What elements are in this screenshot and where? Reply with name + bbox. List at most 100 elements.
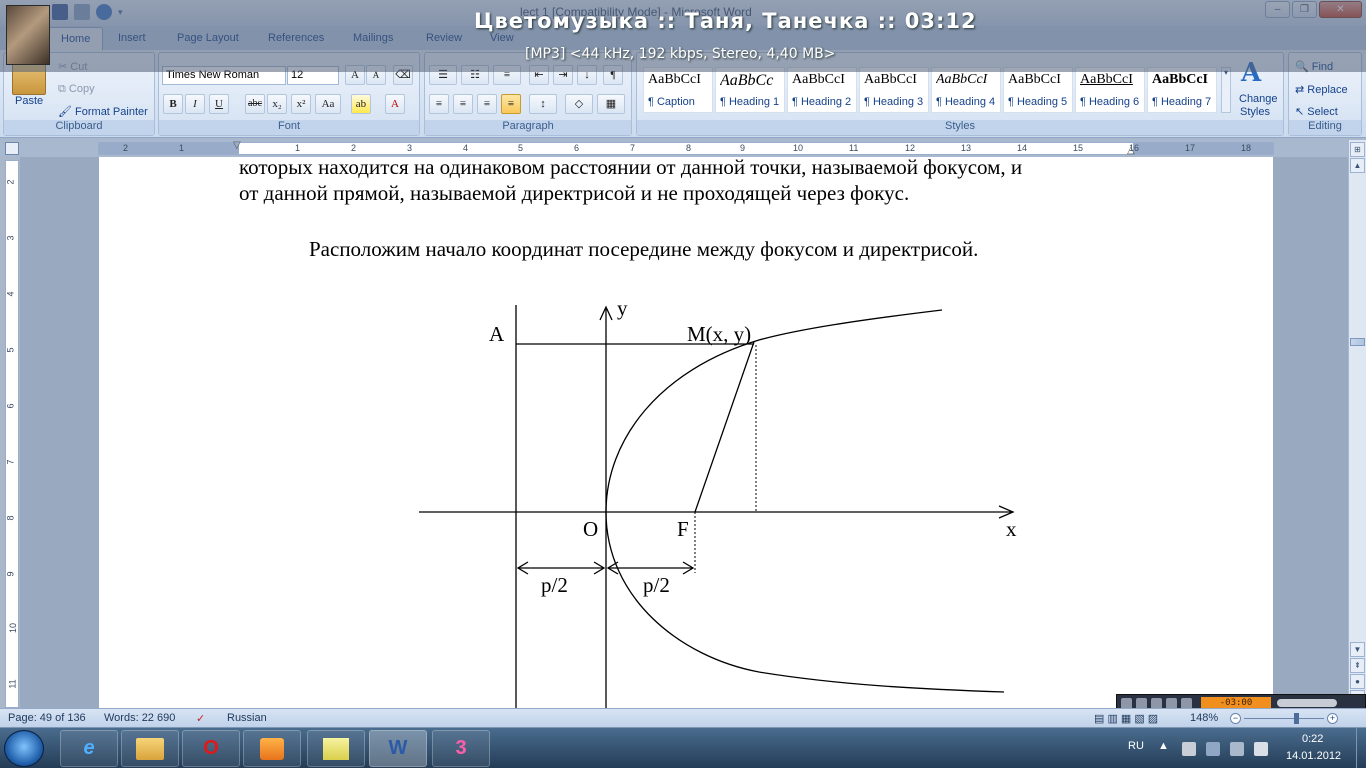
close-button[interactable]: ✕ <box>1319 1 1362 18</box>
language-indicator[interactable]: Russian <box>227 712 267 724</box>
shading-icon[interactable]: ◇ <box>565 94 593 114</box>
underline-button[interactable]: U <box>209 94 229 114</box>
start-button[interactable] <box>4 730 44 767</box>
strikethrough-button[interactable]: abc <box>245 94 265 114</box>
zoom-slider[interactable]: − + <box>1230 713 1340 724</box>
format-painter-button[interactable]: 🖌 Format Painter <box>58 105 148 118</box>
font-color-icon[interactable]: A <box>385 94 405 114</box>
show-formatting-button[interactable]: ¶ <box>603 65 623 85</box>
ruler-toggle-icon[interactable]: ⊞ <box>1350 142 1365 157</box>
opera-icon[interactable]: O <box>182 730 240 767</box>
font-name-input[interactable]: Times New Roman <box>162 66 286 85</box>
tab-view[interactable]: View <box>490 32 514 44</box>
media-player-icon[interactable] <box>243 730 301 767</box>
font-size-input[interactable]: 12 <box>287 66 339 85</box>
italic-button[interactable]: I <box>185 94 205 114</box>
show-hidden-icons[interactable]: ▲ <box>1158 740 1169 752</box>
zoom-level[interactable]: 148% <box>1190 712 1218 724</box>
align-left-icon[interactable]: ≡ <box>429 94 449 114</box>
proofing-icon[interactable]: ✓ <box>196 712 205 725</box>
save-icon[interactable] <box>52 4 68 20</box>
bullets-icon[interactable]: ☰ <box>429 65 457 85</box>
style-caption[interactable]: AaBbCcI ¶ Caption <box>643 67 713 113</box>
cut-button[interactable]: ✂ Cut <box>58 60 87 73</box>
first-line-indent-marker[interactable]: ▽ <box>233 140 241 151</box>
replace-button[interactable]: ⇄ Replace <box>1295 83 1348 96</box>
tab-insert[interactable]: Insert <box>118 32 146 44</box>
tab-review[interactable]: Review <box>426 32 462 44</box>
copy-button[interactable]: ⧉ Copy <box>58 83 95 96</box>
explorer-icon[interactable] <box>121 730 179 767</box>
justify-icon[interactable]: ≡ <box>501 94 521 114</box>
superscript-button[interactable]: x² <box>291 94 311 114</box>
decrease-indent-icon[interactable]: ⇤ <box>529 65 549 85</box>
show-desktop-button[interactable] <box>1356 728 1366 768</box>
volume-slider[interactable] <box>1277 699 1337 707</box>
change-case-button[interactable]: Aa <box>315 94 341 114</box>
zoom-thumb[interactable] <box>1294 713 1299 724</box>
tab-mailings[interactable]: Mailings <box>353 32 393 44</box>
tab-selector[interactable] <box>5 142 19 155</box>
page-count[interactable]: Page: 49 of 136 <box>8 712 86 724</box>
grow-font-button[interactable]: A <box>345 65 365 85</box>
3ds-icon[interactable]: 3 <box>432 730 490 767</box>
device-icon[interactable] <box>1206 742 1220 756</box>
customize-qat-icon[interactable]: ▾ <box>118 4 128 20</box>
word-count[interactable]: Words: 22 690 <box>104 712 175 724</box>
highlight-icon[interactable]: ab <box>351 94 371 114</box>
network-icon[interactable] <box>1230 742 1244 756</box>
browse-object-icon[interactable]: ● <box>1350 674 1365 689</box>
clear-formatting-icon[interactable]: ⌫ <box>393 65 413 85</box>
right-indent-marker[interactable]: △ <box>1127 145 1135 156</box>
volume-icon[interactable] <box>1254 742 1268 756</box>
clock-time[interactable]: 0:22 <box>1302 733 1323 745</box>
view-buttons[interactable]: ▤ ▥ ▦ ▧ ▨ <box>1094 712 1158 725</box>
zoom-out-icon[interactable]: − <box>1230 713 1241 724</box>
find-button[interactable]: 🔍 Find <box>1295 60 1333 73</box>
style-heading-5[interactable]: AaBbCcI ¶ Heading 5 <box>1003 67 1073 113</box>
vertical-scrollbar[interactable]: ⊞ ▲ ▼ ⇞ ● ⇟ <box>1348 140 1366 708</box>
previous-page-icon[interactable]: ⇞ <box>1350 658 1365 673</box>
tab-page-layout[interactable]: Page Layout <box>177 32 239 44</box>
clock-date[interactable]: 14.01.2012 <box>1286 750 1341 762</box>
bold-button[interactable]: B <box>163 94 183 114</box>
numbering-icon[interactable]: ☷ <box>461 65 489 85</box>
style-heading-7[interactable]: AaBbCcI ¶ Heading 7 <box>1147 67 1217 113</box>
align-center-icon[interactable]: ≡ <box>453 94 473 114</box>
zoom-in-icon[interactable]: + <box>1327 713 1338 724</box>
style-heading-3[interactable]: AaBbCcI ¶ Heading 3 <box>859 67 929 113</box>
sort-icon[interactable]: ↓ <box>577 65 597 85</box>
restore-button[interactable]: ❐ <box>1292 1 1317 18</box>
language-tray[interactable]: RU <box>1128 740 1144 752</box>
paste-icon[interactable] <box>12 61 46 95</box>
tab-home[interactable]: Home <box>48 27 104 50</box>
select-button[interactable]: ↖ Select <box>1295 105 1338 118</box>
borders-icon[interactable]: ▦ <box>597 94 625 114</box>
multilevel-list-icon[interactable]: ≡ <box>493 65 521 85</box>
style-heading-1[interactable]: AaBbCc ¶ Heading 1 <box>715 67 785 113</box>
tab-references[interactable]: References <box>268 32 324 44</box>
change-styles-label[interactable]: Change <box>1239 93 1278 105</box>
scroll-down-icon[interactable]: ▼ <box>1350 642 1365 657</box>
horizontal-ruler[interactable]: 2 1 1 2 3 4 5 6 7 8 9 10 11 12 13 14 15 … <box>98 140 1274 156</box>
style-heading-4[interactable]: AaBbCcI ¶ Heading 4 <box>931 67 1001 113</box>
action-center-icon[interactable] <box>1182 742 1196 756</box>
undo-icon[interactable] <box>74 4 90 20</box>
redo-icon[interactable] <box>96 4 112 20</box>
subscript-button[interactable]: x₂ <box>267 94 287 114</box>
document-page[interactable]: которых находится на одинаковом расстоян… <box>99 157 1273 708</box>
change-styles-icon[interactable]: A <box>1241 59 1271 87</box>
internet-explorer-icon[interactable]: e <box>60 730 118 767</box>
change-styles-label-2[interactable]: Styles <box>1240 106 1270 118</box>
style-heading-2[interactable]: AaBbCcI ¶ Heading 2 <box>787 67 857 113</box>
increase-indent-icon[interactable]: ⇥ <box>553 65 573 85</box>
paste-button[interactable]: Paste <box>15 95 43 107</box>
scroll-up-icon[interactable]: ▲ <box>1350 158 1365 173</box>
align-right-icon[interactable]: ≡ <box>477 94 497 114</box>
word-taskbar-icon[interactable]: W <box>369 730 427 767</box>
scroll-thumb[interactable] <box>1350 338 1365 346</box>
vertical-ruler[interactable]: 2 3 4 5 6 7 8 9 10 11 <box>5 160 19 708</box>
sticky-notes-icon[interactable] <box>307 730 365 767</box>
styles-more-icon[interactable]: ▾ <box>1221 67 1231 113</box>
style-heading-6[interactable]: AaBbCcI ¶ Heading 6 <box>1075 67 1145 113</box>
